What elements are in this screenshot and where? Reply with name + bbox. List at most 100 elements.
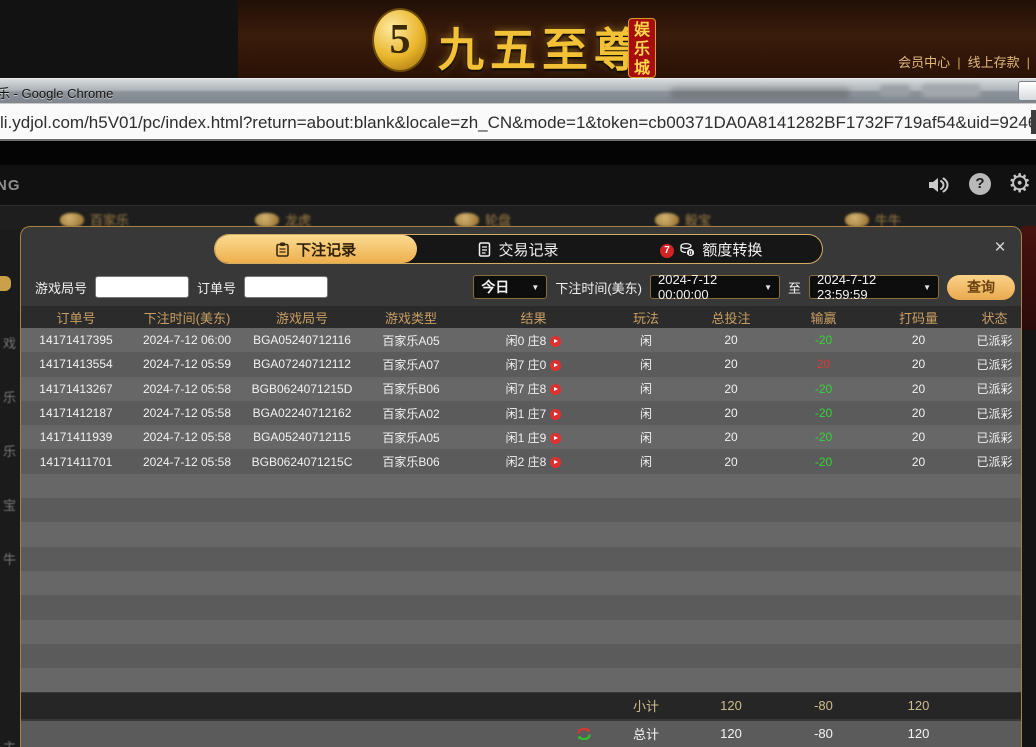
result-text: 闲7 庄0 bbox=[506, 358, 547, 372]
bet-time-label: 下注时间(美东) bbox=[555, 278, 642, 297]
column-header: 状态 bbox=[966, 308, 1022, 327]
tab-label: 交易记录 bbox=[498, 239, 558, 260]
link-online-deposit[interactable]: 线上存款 bbox=[968, 55, 1020, 70]
site-logo-badge: 娱 乐 城 bbox=[628, 18, 656, 78]
lobby-left-strip: 戏乐乐宝牛主 bbox=[0, 229, 20, 747]
empty-table-row bbox=[21, 668, 1022, 692]
cell-win: -20 bbox=[776, 406, 871, 420]
table-header-row: 订单号下注时间(美东)游戏局号游戏类型结果玩法总投注输赢打码量状态 bbox=[21, 306, 1022, 328]
tab-quota-transfer[interactable]: 0 额度转换 bbox=[620, 235, 822, 263]
replay-play-icon[interactable] bbox=[550, 384, 561, 395]
game-category-icon bbox=[845, 213, 869, 227]
time-from-select[interactable]: 2024-7-12 00:00:00 ▼ bbox=[650, 275, 780, 299]
cell-status: 已派彩 bbox=[966, 356, 1022, 373]
time-to-value: 2024-7-12 23:59:59 bbox=[817, 272, 915, 302]
result-text: 闲7 庄8 bbox=[506, 382, 547, 396]
link-separator: | bbox=[957, 55, 960, 70]
browser-urlbar[interactable]: li.ydjol.com/h5V01/pc/index.html?return=… bbox=[0, 103, 1036, 141]
cell-round: BGA05240712116 bbox=[243, 333, 361, 347]
window-minimize-button-fragment[interactable] bbox=[1018, 81, 1036, 101]
replay-play-icon[interactable] bbox=[550, 457, 561, 468]
cell-game: 百家乐A02 bbox=[361, 405, 461, 422]
tab-bet-records[interactable]: 下注记录 bbox=[215, 235, 417, 263]
cell-game: 百家乐B06 bbox=[361, 453, 461, 470]
cell-time: 2024-7-12 05:58 bbox=[131, 382, 243, 396]
replay-play-icon[interactable] bbox=[550, 433, 561, 444]
cell-play: 闲 bbox=[606, 380, 686, 397]
modal-tabbar: 下注记录 交易记录 0 额度转换 bbox=[214, 234, 823, 264]
sidebar-glyph-fragment: 宝 bbox=[3, 495, 16, 514]
empty-table-row bbox=[21, 522, 1022, 546]
cell-win: 20 bbox=[776, 357, 871, 371]
cell-bet: 20 bbox=[686, 333, 776, 347]
cell-result: 闲7 庄0 bbox=[461, 356, 606, 373]
cell-game: 百家乐A05 bbox=[361, 429, 461, 446]
window-title: 乐 - Google Chrome bbox=[0, 83, 113, 102]
cell-game: 百家乐A05 bbox=[361, 332, 461, 349]
filter-row: 游戏局号 订单号 今日 ▼ 下注时间(美东) 2024-7-12 00:00:0… bbox=[21, 271, 1022, 303]
cell-order_id: 14171417395 bbox=[21, 333, 131, 347]
cell-time: 2024-7-12 05:59 bbox=[131, 357, 243, 371]
refresh-icon[interactable] bbox=[576, 726, 592, 742]
search-button[interactable]: 查询 bbox=[947, 275, 1015, 300]
table-row: 141714119392024-7-12 05:58BGA05240712115… bbox=[21, 425, 1022, 449]
replay-play-icon[interactable] bbox=[550, 336, 561, 347]
empty-table-row bbox=[21, 620, 1022, 644]
link-member-center[interactable]: 会员中心 bbox=[898, 55, 950, 70]
close-icon[interactable]: × bbox=[989, 237, 1011, 259]
cell-result: 闲1 庄9 bbox=[461, 429, 606, 446]
date-range-value: 今日 bbox=[481, 277, 509, 297]
empty-table-row bbox=[21, 571, 1022, 595]
time-to-select[interactable]: 2024-7-12 23:59:59 ▼ bbox=[809, 275, 939, 299]
chevron-down-icon: ▼ bbox=[923, 283, 931, 292]
total-turnover: 120 bbox=[871, 726, 966, 741]
sidebar-icon-fragment bbox=[0, 276, 11, 291]
titlebar-blur-artifact bbox=[922, 84, 980, 97]
document-icon bbox=[478, 242, 491, 257]
lobby-right-maroon-fragment bbox=[1022, 226, 1036, 330]
subtotal-turnover: 120 bbox=[871, 698, 966, 713]
date-range-select[interactable]: 今日 ▼ bbox=[473, 275, 547, 299]
cell-win: -20 bbox=[776, 430, 871, 444]
speaker-icon[interactable] bbox=[926, 173, 950, 197]
tab-transaction-records[interactable]: 交易记录 bbox=[417, 235, 619, 263]
cell-status: 已派彩 bbox=[966, 453, 1022, 470]
cell-bet: 20 bbox=[686, 430, 776, 444]
badge-char: 娱 bbox=[634, 22, 650, 40]
cell-time: 2024-7-12 05:58 bbox=[131, 455, 243, 469]
help-icon[interactable]: ? bbox=[969, 173, 991, 195]
chevron-down-icon: ▼ bbox=[764, 283, 772, 292]
column-header: 订单号 bbox=[21, 308, 131, 327]
cell-round: BGA05240712115 bbox=[243, 430, 361, 444]
empty-table-row bbox=[21, 595, 1022, 619]
gear-icon[interactable]: ⚙ bbox=[1008, 168, 1031, 199]
link-separator: | bbox=[1027, 55, 1030, 70]
order-input[interactable] bbox=[244, 276, 328, 298]
time-from-value: 2024-7-12 00:00:00 bbox=[658, 272, 756, 302]
bet-records-modal: 下注记录 交易记录 0 额度转换 bbox=[20, 226, 1022, 747]
cell-order_id: 14171413267 bbox=[21, 382, 131, 396]
column-header: 游戏局号 bbox=[243, 308, 361, 327]
cell-game: 百家乐B06 bbox=[361, 380, 461, 397]
table-row: 141714132672024-7-12 05:58BGB0624071215D… bbox=[21, 377, 1022, 401]
cell-status: 已派彩 bbox=[966, 405, 1022, 422]
result-text: 闲1 庄9 bbox=[506, 431, 547, 445]
chevron-down-icon: ▼ bbox=[531, 283, 539, 292]
replay-play-icon[interactable] bbox=[550, 409, 561, 420]
cell-time: 2024-7-12 06:00 bbox=[131, 333, 243, 347]
game-category-icon bbox=[455, 213, 479, 227]
screen: 5 九五至尊 娱 乐 城 会员中心|线上存款|线 乐 - Google Chro… bbox=[0, 0, 1036, 747]
cell-time: 2024-7-12 05:58 bbox=[131, 430, 243, 444]
game-round-input[interactable] bbox=[95, 276, 189, 298]
address-bar-url[interactable]: li.ydjol.com/h5V01/pc/index.html?return=… bbox=[0, 113, 1036, 133]
column-header: 下注时间(美东) bbox=[131, 308, 243, 327]
cell-status: 已派彩 bbox=[966, 332, 1022, 349]
sidebar-glyph-fragment: 主 bbox=[3, 737, 16, 747]
to-label: 至 bbox=[788, 278, 801, 297]
replay-play-icon[interactable] bbox=[550, 360, 561, 371]
browser-titlebar[interactable]: 乐 - Google Chrome bbox=[0, 78, 1036, 103]
cell-result: 闲0 庄8 bbox=[461, 332, 606, 349]
cell-turnover: 20 bbox=[871, 455, 966, 469]
game-category-icon bbox=[655, 213, 679, 227]
cell-bet: 20 bbox=[686, 455, 776, 469]
